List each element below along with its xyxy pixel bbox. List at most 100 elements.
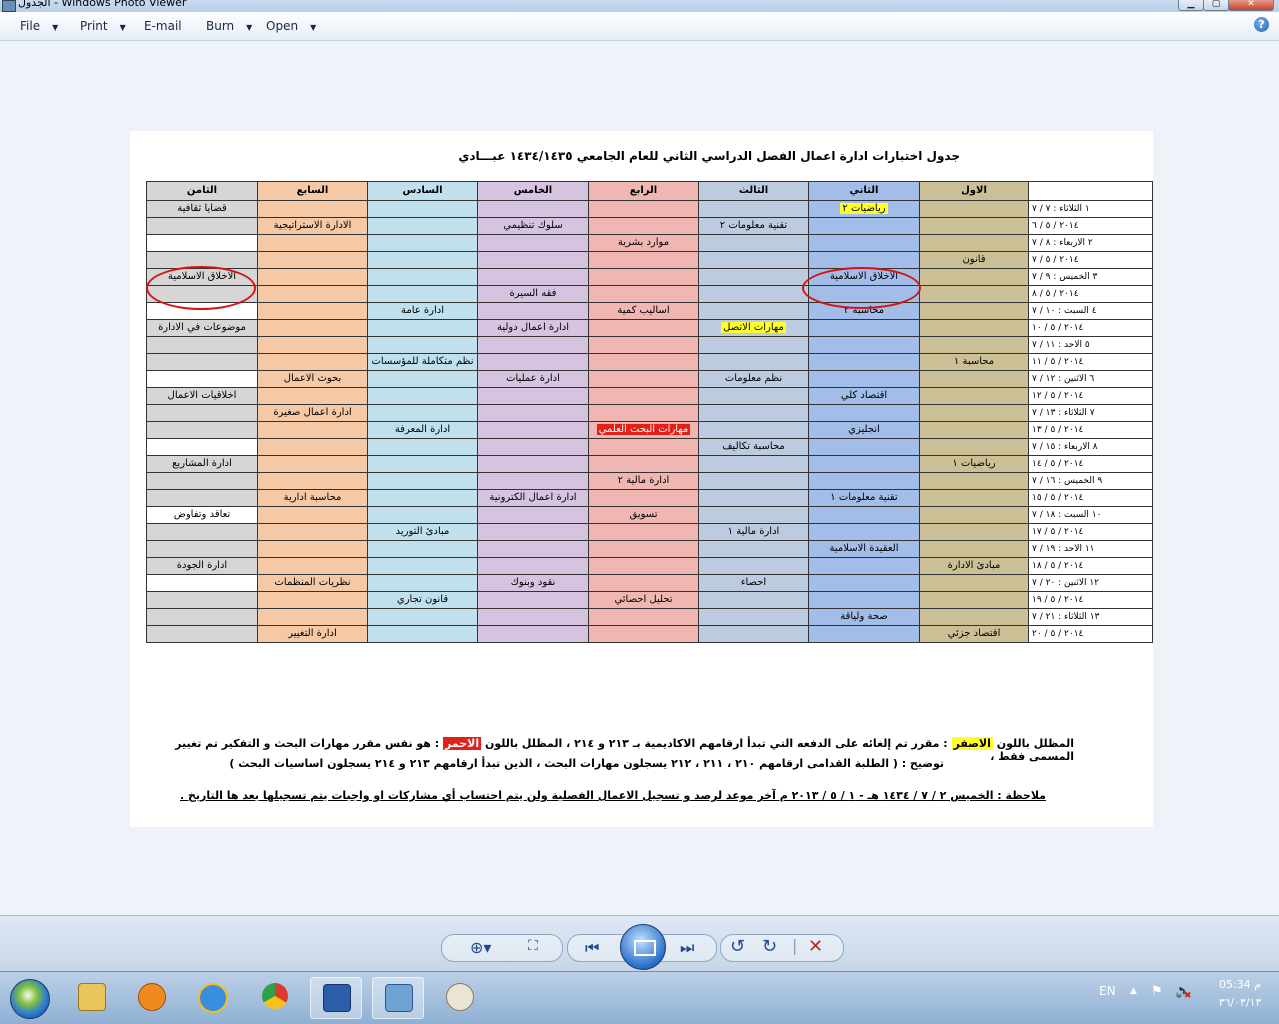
- schedule-cell: [257, 591, 368, 609]
- schedule-cell: [919, 302, 1029, 320]
- table-header-row: الثامن السابع السادس الخامس الرابع الثالث الثا…: [146, 181, 1153, 201]
- schedule-cell: [257, 506, 368, 524]
- schedule-cell: [919, 217, 1029, 235]
- next-icon[interactable]: ⏭: [680, 938, 694, 958]
- course-name: مبادئ التوريد: [395, 526, 450, 537]
- day-date-cell: ٣ الخميس : ٩ / ٧: [1028, 268, 1153, 286]
- menu-burn-label: Burn: [206, 19, 235, 33]
- viewer-controls: ⊕▾ ⛶ ⏮ ⏭ ↺ ↻ | ✕: [0, 915, 1279, 971]
- schedule-cell: [808, 217, 920, 235]
- schedule-cell: [477, 353, 589, 371]
- maximize-button[interactable]: ▢: [1203, 0, 1229, 11]
- course-name: اقتصاد جزئي: [947, 628, 1001, 639]
- menu-email[interactable]: E-mail: [144, 19, 182, 33]
- schedule-cell: [477, 234, 589, 252]
- close-button[interactable]: ✕: [1228, 0, 1274, 11]
- schedule-cell: [146, 574, 258, 592]
- zoom-group: [441, 934, 563, 962]
- help-icon[interactable]: ?: [1254, 17, 1269, 32]
- schedule-image: جدول اختبارات ادارة اعمال الفصل الدراسي …: [130, 131, 1153, 827]
- schedule-cell: [257, 438, 368, 456]
- zoom-icon[interactable]: ⊕▾: [470, 938, 491, 957]
- day-date-cell: ٢٠١٤ / ٥ / ١١: [1028, 353, 1153, 371]
- schedule-cell: [919, 540, 1029, 558]
- column-header: السادس: [367, 181, 478, 201]
- schedule-cell: [588, 574, 699, 592]
- schedule-cell: ادارة اعمال صغيرة: [257, 404, 368, 422]
- language-indicator[interactable]: EN: [1099, 984, 1116, 998]
- schedule-cell: [808, 591, 920, 609]
- rotate-left-icon[interactable]: ↺: [730, 936, 745, 957]
- schedule-cell: [477, 523, 589, 541]
- day-date-cell: ٢٠١٤ / ٥ / ٨: [1028, 285, 1153, 303]
- day-date-cell: ٢٠١٤ / ٥ / ٧: [1028, 251, 1153, 269]
- schedule-cell: ادارة مالية ٢: [588, 472, 699, 490]
- table-row: صحة ولياقة ١٣ الثلاثاء : ٢١ / ٧: [146, 608, 1153, 626]
- course-name: رياضيات ٢: [840, 203, 888, 214]
- menu-file[interactable]: File ▼: [20, 19, 58, 33]
- taskbar-chrome[interactable]: [250, 977, 300, 1017]
- actual-size-icon[interactable]: ⛶: [528, 938, 538, 954]
- menu-print-label: Print: [80, 19, 108, 33]
- volume-muted-icon: ✖: [1184, 991, 1192, 1001]
- schedule-cell: [698, 557, 809, 575]
- schedule-cell: [257, 285, 368, 303]
- taskbar-media-player[interactable]: [126, 977, 176, 1017]
- day-date-cell: ٨ الاربعاء : ١٥ / ٧: [1028, 438, 1153, 456]
- action-center-flag-icon[interactable]: ⚑: [1151, 984, 1163, 999]
- schedule-cell: [367, 489, 478, 507]
- table-row: اخلاقيات الاعمال اقتصاد كلي ٢٠١٤ / ٥ / ١٢: [146, 387, 1153, 405]
- minimize-button[interactable]: ▁: [1178, 0, 1204, 11]
- course-name: نقود وبنوك: [510, 577, 556, 588]
- previous-icon[interactable]: ⏮: [585, 938, 599, 958]
- schedule-cell: [367, 557, 478, 575]
- course-name: ادارة مالية ٢: [617, 475, 670, 486]
- rotate-right-icon[interactable]: ↻: [762, 936, 777, 957]
- course-name: احصاء: [740, 577, 767, 588]
- highlight-circle: [146, 266, 256, 310]
- schedule-cell: [588, 268, 699, 286]
- day-date-cell: ٥ الاحد : ١١ / ٧: [1028, 336, 1153, 354]
- taskbar-internet-explorer[interactable]: [186, 977, 236, 1017]
- schedule-cell: [367, 217, 478, 235]
- schedule-cell: [919, 421, 1029, 439]
- taskbar-photo-viewer[interactable]: [372, 977, 424, 1019]
- clock-time[interactable]: 05:34 م: [1210, 978, 1270, 991]
- column-header: الرابع: [588, 181, 699, 201]
- schedule-cell: تقنية معلومات ٢: [698, 217, 809, 235]
- taskbar-explorer[interactable]: [66, 977, 116, 1017]
- internet-explorer-icon: [198, 983, 228, 1013]
- schedule-cell: [367, 285, 478, 303]
- schedule-cell: [919, 489, 1029, 507]
- table-row: الادارة الاستراتيجية سلوك تنظيمي تقنية معل…: [146, 217, 1153, 235]
- table-row: نظم متكاملة للمؤسسات محاسبة ١ ٢٠١٤ / ٥ / ١…: [146, 353, 1153, 371]
- note-red-label: الاحمر: [443, 737, 482, 750]
- menu-burn[interactable]: Burn ▼: [206, 19, 252, 33]
- taskbar-word[interactable]: [310, 977, 362, 1019]
- schedule-title: جدول اختبارات ادارة اعمال الفصل الدراسي …: [458, 149, 960, 163]
- show-hidden-icons-icon[interactable]: ▲: [1130, 986, 1137, 996]
- schedule-cell: [257, 353, 368, 371]
- note-text: المظلل باللون: [992, 737, 1074, 750]
- schedule-cell: [367, 455, 478, 473]
- menu-open[interactable]: Open ▼: [266, 19, 316, 33]
- taskbar-paint[interactable]: [434, 977, 484, 1017]
- schedule-cell: صحة ولياقة: [808, 608, 920, 626]
- menu-print[interactable]: Print ▼: [80, 19, 126, 33]
- schedule-cell: [919, 319, 1029, 337]
- delete-icon[interactable]: ✕: [808, 936, 823, 957]
- schedule-cell: [808, 370, 920, 388]
- column-header: الثاني: [808, 181, 920, 201]
- course-name: مبادئ الادارة: [947, 560, 1001, 571]
- schedule-cell: [257, 523, 368, 541]
- schedule-cell: قانون تجاري: [367, 591, 478, 609]
- table-row: بحوث الاعمال ادارة عمليات نظم معلومات ٦ الا…: [146, 370, 1153, 388]
- menu-email-label: E-mail: [144, 19, 182, 33]
- day-date-cell: ٢٠١٤ / ٥ / ١٤: [1028, 455, 1153, 473]
- start-button[interactable]: [10, 979, 50, 1019]
- course-name: ادارة المشاريع: [172, 458, 232, 469]
- slideshow-button[interactable]: [620, 924, 666, 970]
- day-date-cell: ٢ الاربعاء : ٨ / ٧: [1028, 234, 1153, 252]
- clock-date[interactable]: ٣٦/٠٣/١٣: [1210, 996, 1270, 1009]
- schedule-cell: ادارة المعرفة: [367, 421, 478, 439]
